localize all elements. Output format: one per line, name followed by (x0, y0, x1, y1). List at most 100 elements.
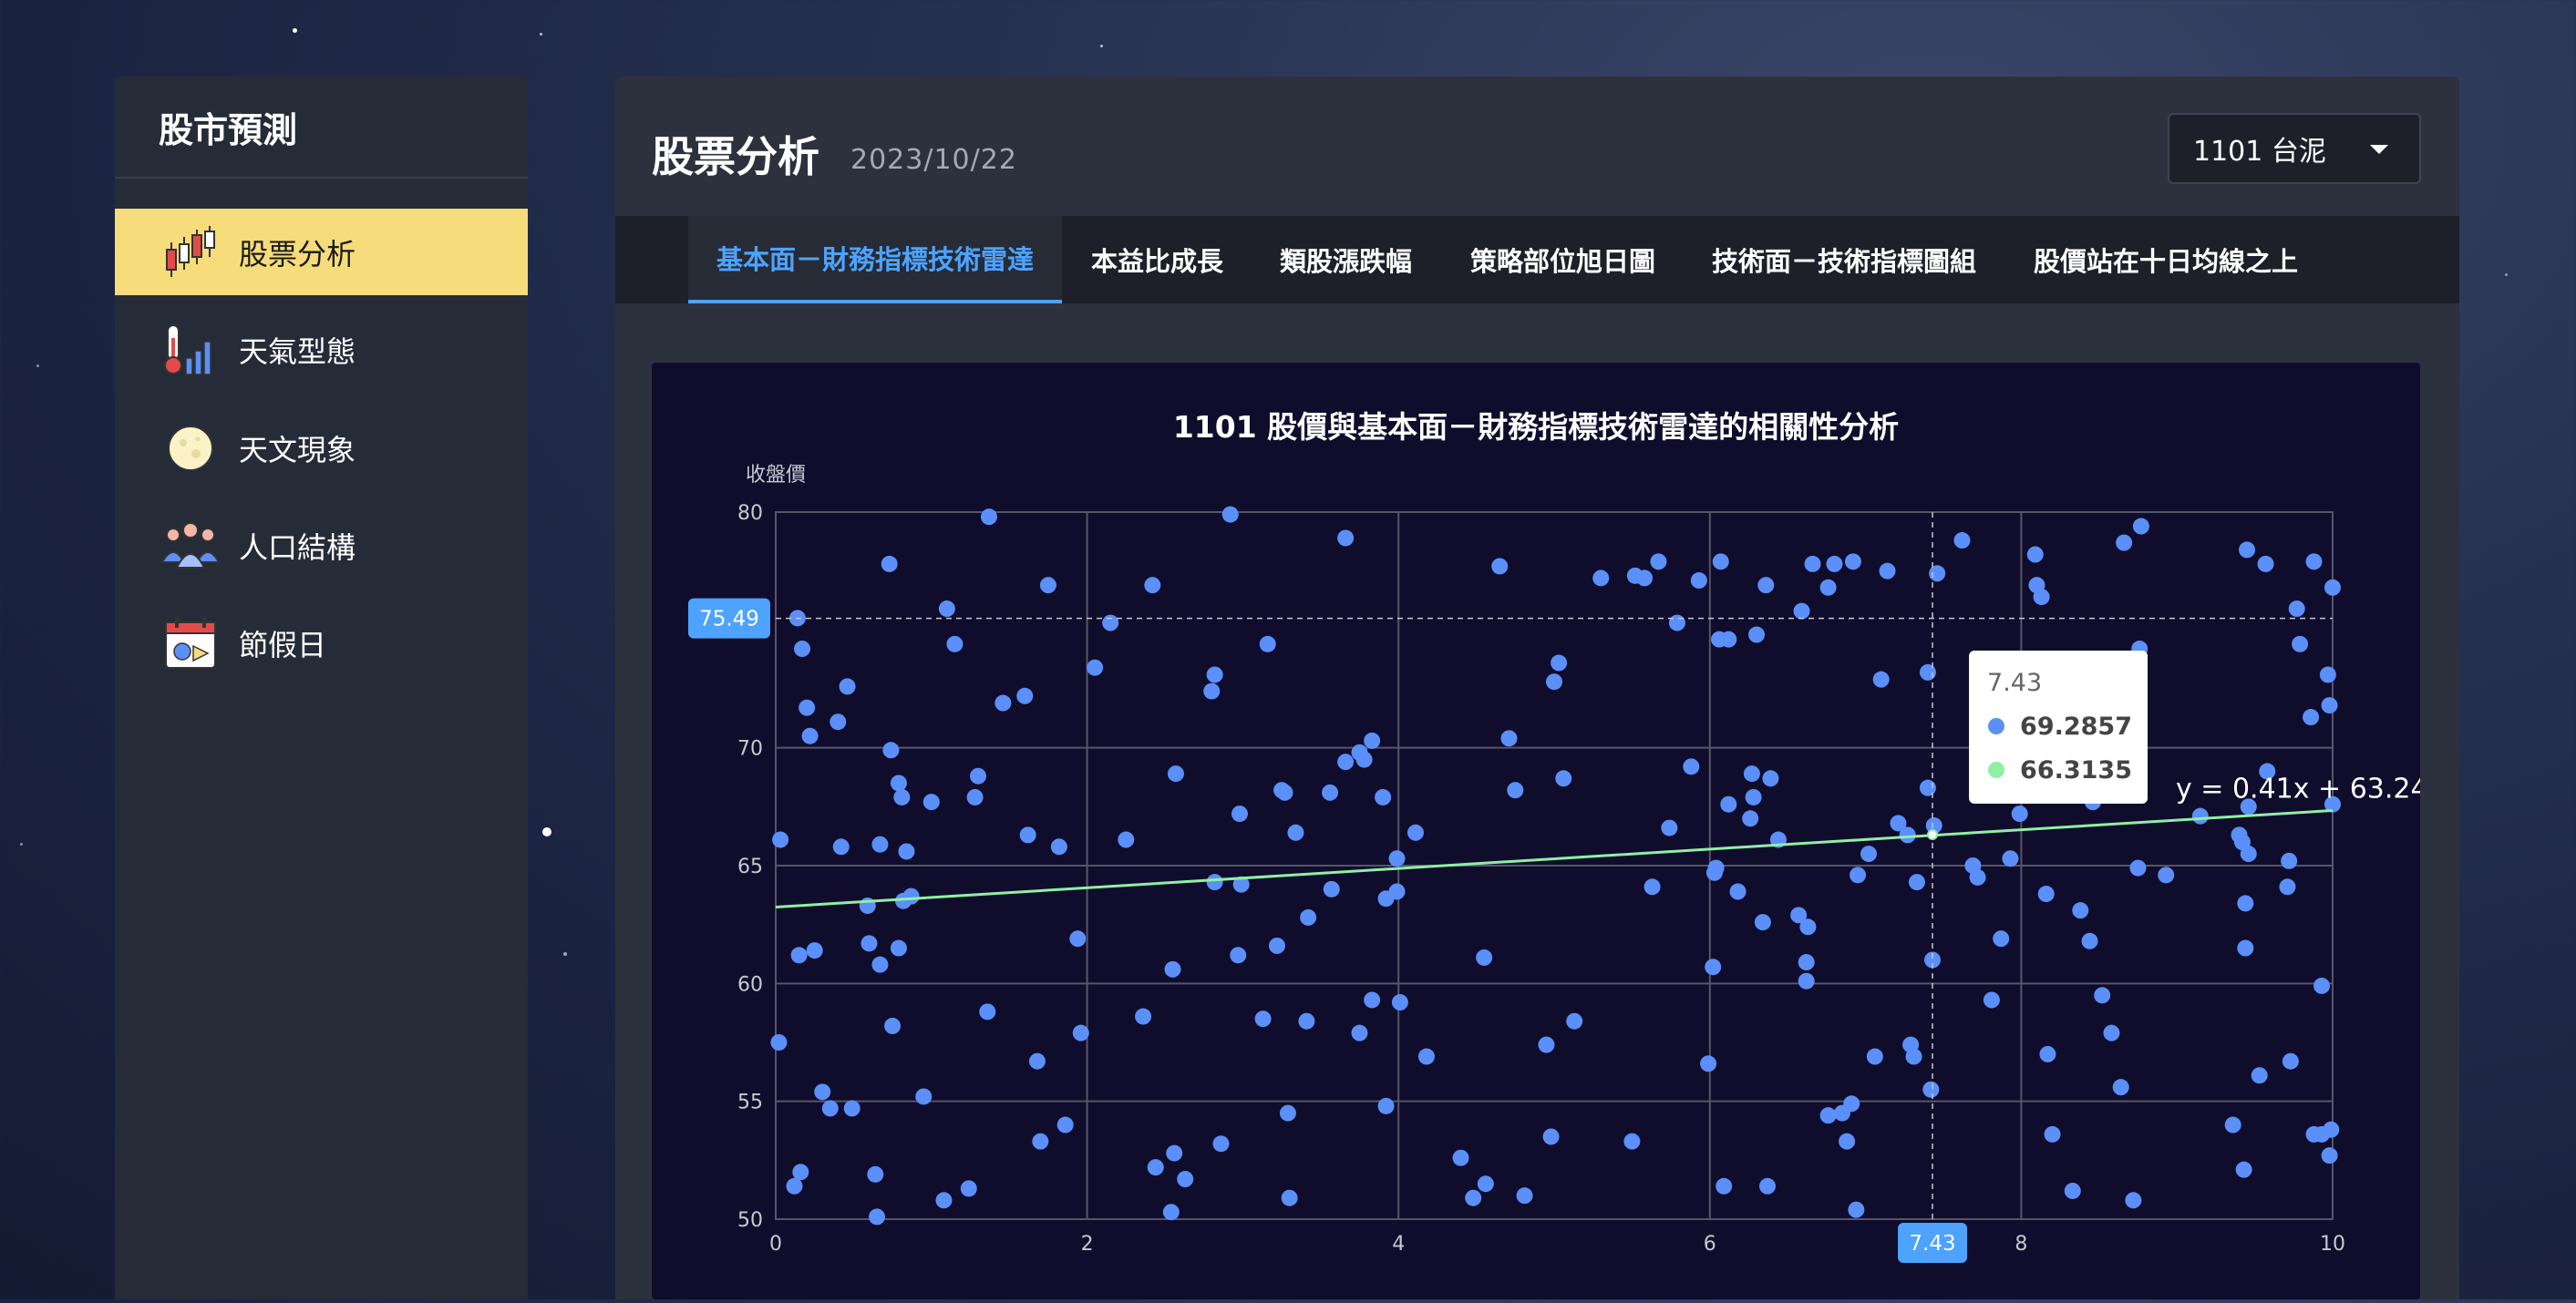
scatter-point (1716, 1177, 1733, 1195)
scatter-point (1757, 577, 1775, 594)
y-tick-label: 70 (737, 738, 763, 761)
scatter-point (1592, 569, 1610, 587)
scatter-point (1969, 868, 1986, 886)
scatter-point (1748, 626, 1766, 643)
scatter-point (1819, 1107, 1837, 1124)
scatter-point (1700, 1055, 1717, 1072)
scatter-point (2237, 895, 2254, 912)
stock-select-dropdown[interactable]: 1101 台泥 (2168, 113, 2421, 184)
scatter-point (1516, 1187, 1533, 1205)
scatter-point (1566, 1012, 1583, 1030)
scatter-point (1953, 532, 1971, 549)
tab-sector-change[interactable]: 類股漲跌幅 (1280, 216, 1412, 303)
scatter-point (1643, 878, 1661, 896)
sidebar-item-astronomy[interactable]: 天文現象 (115, 405, 528, 491)
scatter-point (1793, 602, 1810, 620)
calendar-icon (160, 613, 221, 673)
scatter-point (2129, 859, 2147, 877)
sidebar-item-stock-analysis[interactable]: 股票分析 (115, 209, 528, 295)
tab-technical-indicators[interactable]: 技術面－技術指標圖組 (1712, 216, 1976, 303)
y-tick-label: 65 (737, 856, 763, 878)
scatter-point (898, 843, 915, 860)
tab-label: 類股漲跌幅 (1280, 246, 1413, 277)
tab-fundamental-radar[interactable]: 基本面－財務指標技術雷達 (688, 216, 1062, 303)
tab-pe-growth[interactable]: 本益比成長 (1091, 216, 1223, 303)
scatter-point (1661, 819, 1678, 836)
scatter-point (1690, 572, 1707, 590)
scatter-point (881, 555, 898, 572)
scatter-point (1712, 553, 1729, 570)
scatter-point (829, 713, 847, 731)
scatter-point (1268, 937, 1285, 954)
scatter-point (1364, 732, 1381, 749)
tab-label: 策略部位旭日圖 (1470, 246, 1656, 277)
scatter-point (1742, 810, 1759, 827)
scatter-point (2044, 1125, 2061, 1143)
scatter-point (1212, 1135, 1230, 1153)
scatter-point (1391, 994, 1408, 1011)
star (293, 28, 297, 33)
regression-line (775, 808, 2334, 909)
scatter-point (1745, 788, 1762, 805)
star (36, 364, 39, 367)
scatter-point (1848, 1201, 1865, 1218)
scatter-point (1636, 569, 1654, 587)
sidebar-item-holiday[interactable]: 節假日 (115, 600, 528, 686)
sidebar-item-weather[interactable]: 天氣型態 (115, 306, 528, 393)
scatter-point (2037, 886, 2055, 903)
scatter-point (1323, 880, 1340, 898)
scatter-point (1476, 949, 1493, 966)
tab-strategy-sunburst[interactable]: 策略部位旭日圖 (1470, 216, 1655, 303)
scatter-point (1203, 682, 1221, 700)
scatter-point (1720, 631, 1737, 648)
scatter-point (1364, 991, 1381, 1009)
scatter-point (1072, 1024, 1089, 1041)
scatter-point (1032, 1133, 1049, 1150)
tab-price-above-ma10[interactable]: 股價站在十日均線之上 (2034, 216, 2298, 303)
tooltip-value: 66.3135 (2020, 756, 2132, 785)
scatter-point (1542, 1128, 1560, 1145)
scatter-point (1221, 506, 1239, 523)
scatter-point (890, 939, 907, 957)
scatter-point (1177, 1171, 1194, 1188)
scatter-point (1388, 883, 1406, 900)
scatter-point (2319, 666, 2336, 683)
star (20, 843, 23, 846)
scatter-point (2033, 589, 2050, 606)
scatter-point (2011, 805, 2028, 823)
scatter-point (1254, 1011, 1272, 1028)
scatter-point (1839, 1133, 1856, 1150)
scatter-point (1056, 1116, 1074, 1134)
scatter-point (860, 935, 878, 952)
scatter-point (966, 788, 984, 805)
scatter-point (2305, 553, 2323, 570)
scatter-point (1281, 1189, 1298, 1206)
scatter-point (1762, 770, 1779, 787)
scatter-point (2237, 939, 2254, 957)
scatter-point (786, 1177, 803, 1195)
sidebar: 股市預測 股票分析 天氣型態 天文現象 人口結構 節假日 (115, 77, 528, 1299)
scatter-point (1720, 795, 1737, 813)
scatter-point (801, 727, 819, 744)
grid: 0 2 4 6 8 10 50 55 60 65 70 80 (737, 502, 2345, 1256)
scatter-point (1668, 614, 1685, 631)
scatter-point (2002, 850, 2019, 867)
scatter-point (922, 794, 940, 811)
sidebar-item-population[interactable]: 人口結構 (115, 502, 528, 589)
scatter-point (882, 742, 900, 759)
scatter-point (1983, 991, 2000, 1009)
scatter-point (893, 788, 911, 805)
scatter-point (2313, 977, 2331, 994)
scatter-point (1860, 846, 1878, 863)
scatter-point (1279, 1104, 1296, 1122)
scatter-point (2282, 1052, 2299, 1070)
regression-equation: y = 0.41x + 63.24 (2176, 773, 2420, 805)
scatter-point (821, 1100, 839, 1117)
x-tick-label: 2 (1081, 1233, 1094, 1256)
stock-select-value: 1101 台泥 (2193, 136, 2326, 168)
scatter-point (2321, 1147, 2338, 1164)
scatter-point (806, 942, 823, 959)
scatter-chart[interactable]: 1101 股價與基本面－財務指標技術雷達的相關性分析 收盤價 0 2 4 6 8 10 50… (652, 363, 2428, 1299)
scatter-point (2158, 867, 2175, 884)
tooltip-x-value: 7.43 (1987, 669, 2042, 697)
